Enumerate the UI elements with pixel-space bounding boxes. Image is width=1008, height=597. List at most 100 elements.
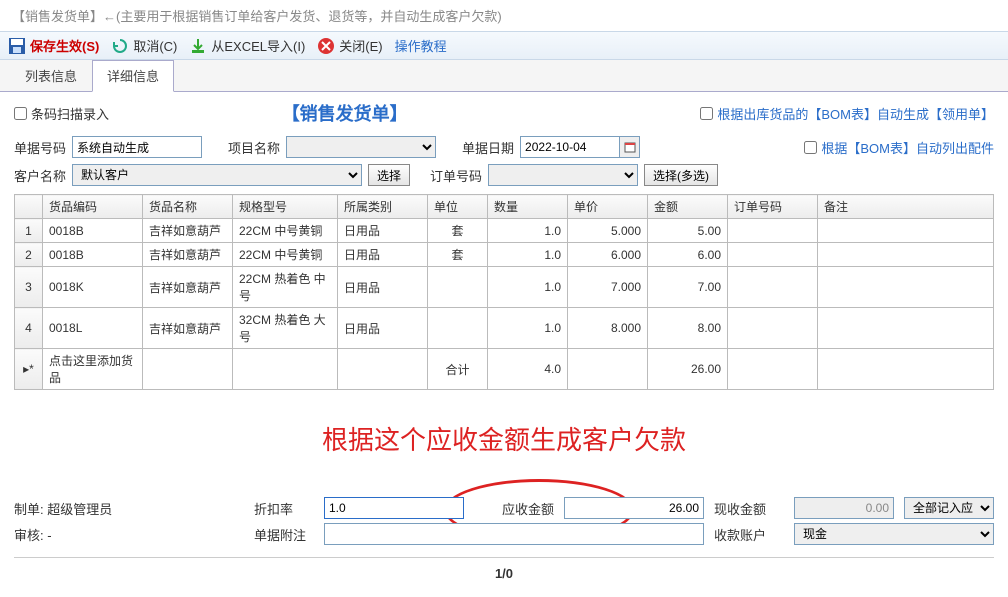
col-amount[interactable]: 金额 xyxy=(648,195,728,219)
tab-detail-info[interactable]: 详细信息 xyxy=(92,60,174,92)
cell-remark[interactable] xyxy=(818,308,994,349)
row-num: 2 xyxy=(15,243,43,267)
cell-spec[interactable]: 22CM 热着色 中号 xyxy=(233,267,338,308)
cell-remark[interactable] xyxy=(818,219,994,243)
calendar-icon[interactable] xyxy=(620,136,640,158)
cell-qty[interactable]: 1.0 xyxy=(488,243,568,267)
cell-qty[interactable]: 1.0 xyxy=(488,219,568,243)
items-table: 货品编码 货品名称 规格型号 所属类别 单位 数量 单价 金额 订单号码 备注 … xyxy=(14,194,994,390)
cell-code[interactable]: 0018B xyxy=(43,243,143,267)
cell-category[interactable]: 日用品 xyxy=(338,243,428,267)
table-row[interactable]: 40018L吉祥如意葫芦32CM 热着色 大号日用品 1.08.0008.00 xyxy=(15,308,994,349)
add-row-marker: ▸* xyxy=(15,349,43,390)
col-qty[interactable]: 数量 xyxy=(488,195,568,219)
cell-unit[interactable] xyxy=(428,308,488,349)
customer-select-button[interactable]: 选择 xyxy=(368,164,410,186)
cell-price[interactable]: 5.000 xyxy=(568,219,648,243)
discount-input[interactable] xyxy=(324,497,464,519)
close-button[interactable]: 关闭(E) xyxy=(317,36,382,55)
cell-name[interactable]: 吉祥如意葫芦 xyxy=(143,243,233,267)
col-name[interactable]: 货品名称 xyxy=(143,195,233,219)
cell-spec[interactable]: 22CM 中号黄铜 xyxy=(233,243,338,267)
cancel-button[interactable]: 取消(C) xyxy=(111,36,177,55)
cell-unit[interactable]: 套 xyxy=(428,243,488,267)
cell-amount[interactable]: 6.00 xyxy=(648,243,728,267)
cell-order[interactable] xyxy=(728,243,818,267)
excel-import-button[interactable]: 从EXCEL导入(I) xyxy=(189,36,305,55)
cell-order[interactable] xyxy=(728,219,818,243)
account-select[interactable]: 现金 xyxy=(794,523,994,545)
undo-icon xyxy=(111,37,129,55)
cell-code[interactable]: 0018K xyxy=(43,267,143,308)
doc-no-label: 单据号码 xyxy=(14,138,66,157)
cell-price[interactable]: 8.000 xyxy=(568,308,648,349)
cell-spec[interactable]: 32CM 热着色 大号 xyxy=(233,308,338,349)
window-title: 【销售发货单】←(主要用于根据销售订单给客户发货、退货等，并自动生成客户欠款) xyxy=(0,0,1008,31)
add-row-hint[interactable]: 点击这里添加货品 xyxy=(43,349,143,390)
received-label: 现收金额 xyxy=(714,499,784,518)
total-amount: 26.00 xyxy=(648,349,728,390)
customer-label: 客户名称 xyxy=(14,166,66,185)
cell-category[interactable]: 日用品 xyxy=(338,219,428,243)
save-button[interactable]: 保存生效(S) xyxy=(8,36,99,55)
cell-code[interactable]: 0018B xyxy=(43,219,143,243)
col-remark[interactable]: 备注 xyxy=(818,195,994,219)
doc-no-input[interactable] xyxy=(72,136,202,158)
download-icon xyxy=(189,37,207,55)
doc-date-input[interactable] xyxy=(520,136,620,158)
cell-name[interactable]: 吉祥如意葫芦 xyxy=(143,219,233,243)
col-price[interactable]: 单价 xyxy=(568,195,648,219)
cell-order[interactable] xyxy=(728,308,818,349)
cell-amount[interactable]: 8.00 xyxy=(648,308,728,349)
doc-date-label: 单据日期 xyxy=(462,138,514,157)
customer-select[interactable]: 默认客户 xyxy=(72,164,362,186)
row-num: 1 xyxy=(15,219,43,243)
cell-category[interactable]: 日用品 xyxy=(338,267,428,308)
discount-label: 折扣率 xyxy=(254,499,314,518)
table-row[interactable]: 20018B吉祥如意葫芦22CM 中号黄铜日用品套1.06.0006.00 xyxy=(15,243,994,267)
cell-qty[interactable]: 1.0 xyxy=(488,267,568,308)
cell-unit[interactable] xyxy=(428,267,488,308)
bom-parts-checkbox[interactable]: 根据【BOM表】自动列出配件 xyxy=(804,138,994,157)
cell-amount[interactable]: 5.00 xyxy=(648,219,728,243)
col-spec[interactable]: 规格型号 xyxy=(233,195,338,219)
bom-parts-input[interactable] xyxy=(804,141,817,154)
bom-auto-checkbox[interactable]: 根据出库货品的【BOM表】自动生成【领用单】 xyxy=(700,104,994,123)
cell-name[interactable]: 吉祥如意葫芦 xyxy=(143,267,233,308)
table-row[interactable]: 10018B吉祥如意葫芦22CM 中号黄铜日用品套1.05.0005.00 xyxy=(15,219,994,243)
cell-code[interactable]: 0018L xyxy=(43,308,143,349)
table-row[interactable]: 30018K吉祥如意葫芦22CM 热着色 中号日用品1.07.0007.00 xyxy=(15,267,994,308)
auditor-value: - xyxy=(47,528,51,543)
col-unit[interactable]: 单位 xyxy=(428,195,488,219)
col-rownum xyxy=(15,195,43,219)
col-order[interactable]: 订单号码 xyxy=(728,195,818,219)
total-label: 合计 xyxy=(428,349,488,390)
order-select-multi-button[interactable]: 选择(多选) xyxy=(644,164,718,186)
cell-spec[interactable]: 22CM 中号黄铜 xyxy=(233,219,338,243)
cell-price[interactable]: 6.000 xyxy=(568,243,648,267)
row-num: 4 xyxy=(15,308,43,349)
cell-qty[interactable]: 1.0 xyxy=(488,308,568,349)
tab-list-info[interactable]: 列表信息 xyxy=(10,60,92,91)
account-label: 收款账户 xyxy=(714,525,784,544)
page-title: 【销售发货单】 xyxy=(0,100,700,126)
bom-auto-input[interactable] xyxy=(700,107,713,120)
cell-price[interactable]: 7.000 xyxy=(568,267,648,308)
remark-input[interactable] xyxy=(324,523,704,545)
table-header-row: 货品编码 货品名称 规格型号 所属类别 单位 数量 单价 金额 订单号码 备注 xyxy=(15,195,994,219)
cell-name[interactable]: 吉祥如意葫芦 xyxy=(143,308,233,349)
cell-category[interactable]: 日用品 xyxy=(338,308,428,349)
col-code[interactable]: 货品编码 xyxy=(43,195,143,219)
cell-amount[interactable]: 7.00 xyxy=(648,267,728,308)
guide-link[interactable]: 操作教程 xyxy=(395,36,447,55)
order-no-select[interactable] xyxy=(488,164,638,186)
receivable-input[interactable] xyxy=(564,497,704,519)
cell-unit[interactable]: 套 xyxy=(428,219,488,243)
cell-remark[interactable] xyxy=(818,267,994,308)
cell-order[interactable] xyxy=(728,267,818,308)
receive-mode-select[interactable]: 全部记入应收款 xyxy=(904,497,994,519)
project-select[interactable] xyxy=(286,136,436,158)
table-add-row[interactable]: ▸* 点击这里添加货品 合计 4.0 26.00 xyxy=(15,349,994,390)
col-category[interactable]: 所属类别 xyxy=(338,195,428,219)
cell-remark[interactable] xyxy=(818,243,994,267)
